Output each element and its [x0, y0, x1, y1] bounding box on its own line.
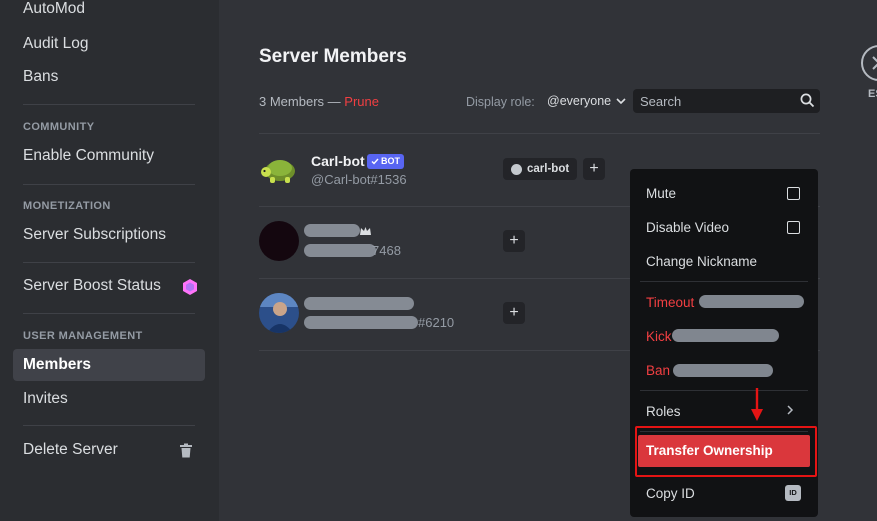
settings-sidebar: AutoMod Audit Log Bans COMMUNITY Enable … [0, 0, 219, 521]
search-box[interactable] [633, 89, 820, 113]
role-pill[interactable]: carl-bot [503, 158, 578, 180]
member-tag-suffix: #6210 [418, 315, 455, 330]
add-role-button[interactable]: + [503, 302, 525, 324]
redacted-tag [304, 316, 418, 329]
display-role-label: Display role: [466, 95, 535, 109]
menu-item-ban[interactable]: Ban [646, 363, 670, 378]
member-name: Carl-bot [311, 153, 365, 169]
sidebar-item-bans[interactable]: Bans [13, 61, 205, 93]
check-icon [371, 158, 379, 165]
redacted-username [672, 329, 779, 342]
turtle-avatar-icon [261, 160, 295, 183]
list-divider [259, 133, 820, 134]
redacted-name [304, 224, 360, 237]
member-tag: @Carl-bot#1536 [311, 172, 407, 187]
sidebar-divider [23, 262, 195, 263]
annotation-arrow-icon [751, 388, 763, 421]
menu-item-kick[interactable]: Kick [646, 329, 672, 344]
sidebar-item-members[interactable]: Members [13, 349, 205, 381]
disable-video-checkbox[interactable] [787, 221, 800, 234]
separator-dash: — [327, 94, 341, 109]
esc-label: ES [868, 88, 877, 100]
member-tag-suffix: 7468 [372, 243, 401, 258]
search-icon [800, 93, 815, 108]
display-role-select[interactable]: @everyone [547, 94, 626, 108]
sidebar-header-community: COMMUNITY [23, 121, 95, 133]
bot-badge-label: BOT [381, 156, 400, 166]
chevron-down-icon [616, 98, 626, 104]
prune-link[interactable]: Prune [344, 94, 379, 109]
redacted-username [673, 364, 773, 377]
menu-item-roles[interactable]: Roles [646, 404, 681, 419]
sidebar-item-invites[interactable]: Invites [13, 383, 205, 415]
id-icon: ID [785, 485, 801, 501]
sidebar-item-enable-community[interactable]: Enable Community [13, 140, 205, 172]
sidebar-divider [23, 104, 195, 105]
sidebar-item-automod[interactable]: AutoMod [13, 0, 205, 25]
member-context-menu: Mute Disable Video Change Nickname Timeo… [630, 169, 818, 517]
menu-item-transfer-ownership[interactable]: Transfer Ownership [638, 435, 810, 467]
sidebar-divider [23, 425, 195, 426]
crown-icon [360, 227, 371, 235]
close-icon [872, 56, 877, 70]
sidebar-divider [23, 313, 195, 314]
display-role-value: @everyone [547, 94, 612, 108]
close-button[interactable] [861, 45, 877, 81]
sidebar-item-server-subscriptions[interactable]: Server Subscriptions [13, 219, 205, 251]
add-role-button[interactable]: + [503, 230, 525, 252]
add-role-button[interactable]: + [583, 158, 605, 180]
role-color-dot [511, 163, 522, 175]
member-count: 3 Members — Prune [259, 94, 379, 109]
member-count-text: 3 Members [259, 94, 325, 109]
role-name: carl-bot [527, 163, 570, 175]
avatar[interactable] [259, 221, 299, 261]
mute-checkbox[interactable] [787, 187, 800, 200]
chevron-right-icon [787, 405, 794, 415]
boost-gem-icon [183, 279, 197, 295]
menu-item-disable-video[interactable]: Disable Video [646, 220, 729, 235]
sidebar-item-audit-log[interactable]: Audit Log [13, 28, 205, 60]
sidebar-header-user-management: USER MANAGEMENT [23, 330, 143, 342]
sidebar-item-delete-server[interactable]: Delete Server [13, 434, 205, 466]
redacted-username [699, 295, 804, 308]
sidebar-header-monetization: MONETIZATION [23, 200, 111, 212]
bot-badge: BOT [367, 154, 404, 169]
menu-item-copy-id[interactable]: Copy ID [646, 486, 695, 501]
search-input[interactable] [633, 89, 783, 113]
menu-item-change-nickname[interactable]: Change Nickname [646, 254, 757, 269]
menu-divider [640, 281, 808, 282]
trash-icon [180, 443, 192, 458]
redacted-tag [304, 244, 376, 257]
menu-item-mute[interactable]: Mute [646, 186, 676, 201]
user-photo-avatar [259, 293, 299, 333]
sidebar-divider [23, 184, 195, 185]
sidebar-item-server-boost-status[interactable]: Server Boost Status [13, 270, 205, 302]
menu-divider [640, 390, 808, 391]
redacted-name [304, 297, 414, 310]
menu-item-timeout[interactable]: Timeout [646, 295, 694, 310]
page-title: Server Members [259, 46, 407, 67]
avatar[interactable] [259, 293, 299, 333]
avatar[interactable] [259, 150, 299, 190]
